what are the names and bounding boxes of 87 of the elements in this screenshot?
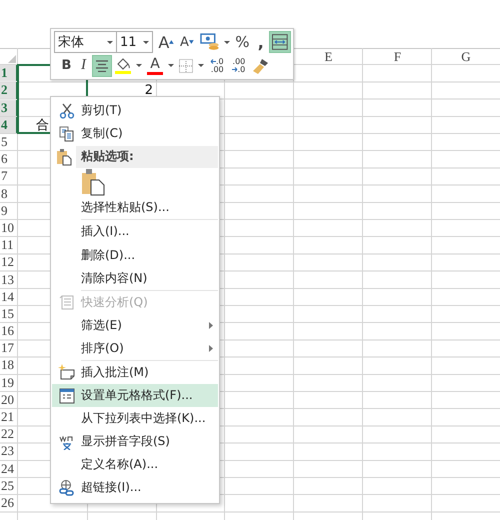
down-triangle-icon (188, 40, 194, 44)
caret-icon (168, 64, 174, 68)
column-header[interactable]: G (432, 48, 500, 66)
row-header[interactable]: 26 (0, 494, 18, 512)
pinyin-icon (58, 434, 74, 450)
row-header[interactable]: 13 (0, 271, 18, 288)
wrap-text-icon (272, 34, 288, 50)
up-triangle-icon (169, 40, 174, 44)
caret-icon (136, 64, 142, 68)
note-icon (58, 364, 76, 380)
menu-item[interactable]: 插入批注(M) (52, 360, 218, 384)
format-cells-icon (58, 388, 74, 404)
quick-analysis-icon (58, 294, 74, 310)
paste-button[interactable] (81, 168, 105, 196)
clipboard-icon (81, 168, 105, 196)
menu-item[interactable]: 设置单元格格式(F)... (52, 384, 218, 408)
menu-item[interactable]: 插入(I)... (52, 220, 218, 244)
borders-icon (179, 58, 193, 73)
decrease-decimal-button[interactable]: .00 .0 (228, 54, 250, 77)
row-header[interactable]: 17 (0, 340, 18, 356)
font-size-field[interactable]: 11 (116, 31, 154, 54)
submenu-arrow-icon (209, 344, 213, 352)
caret-icon (106, 40, 113, 44)
row-header[interactable]: 7 (0, 168, 18, 184)
row-header[interactable]: 9 (0, 202, 18, 219)
row-header[interactable]: 8 (0, 186, 18, 202)
left-arrow-icon (210, 59, 216, 64)
row-header[interactable]: 3 (0, 100, 18, 116)
caret-icon (198, 64, 204, 68)
menu-item[interactable]: 筛选(E) (52, 314, 218, 337)
comma-button[interactable]: , (252, 31, 270, 54)
row-header[interactable]: 2 (0, 82, 18, 99)
row-header[interactable]: 23 (0, 443, 18, 460)
paint-bucket-icon (116, 58, 130, 70)
font-color-button[interactable]: A (144, 54, 166, 77)
grow-font-button[interactable]: A (155, 31, 178, 54)
menu-item[interactable]: 从下拉列表中选择(K)... (52, 407, 218, 430)
percent-button[interactable]: % (232, 31, 252, 54)
column-header[interactable]: F (363, 48, 432, 66)
money-icon (200, 33, 220, 52)
row-header[interactable]: 25 (0, 478, 18, 494)
menu-item[interactable]: 显示拼音字段(S) (52, 430, 218, 454)
increase-decimal-button[interactable]: .0 .00 (206, 54, 228, 77)
row-header[interactable]: 6 (0, 151, 18, 168)
align-center-button[interactable] (92, 54, 112, 77)
row-header[interactable]: 14 (0, 288, 18, 305)
menu-item[interactable]: 定义名称(A)... (52, 453, 218, 476)
italic-button[interactable]: I (75, 54, 92, 77)
menu-item[interactable]: 超链接(I)... (52, 476, 218, 500)
row-header[interactable]: 18 (0, 357, 18, 374)
row-header[interactable]: 16 (0, 323, 18, 340)
row-header[interactable]: 5 (0, 134, 18, 150)
cell-text: 合 (36, 117, 49, 134)
row-header[interactable]: 24 (0, 460, 18, 477)
row-header[interactable]: 12 (0, 254, 18, 270)
menu-item[interactable]: 清除内容(N) (52, 266, 218, 290)
menu-item[interactable]: 删除(D)... (52, 243, 218, 267)
row-header[interactable]: 15 (0, 306, 18, 322)
menu-item[interactable]: 剪切(T) (52, 99, 218, 122)
cell-text: 2 (144, 83, 153, 98)
menu-item[interactable]: 复制(C) (52, 122, 218, 146)
section-header: 粘贴选项: (76, 146, 218, 168)
row-header[interactable]: 21 (0, 408, 18, 426)
caret-icon (143, 40, 150, 44)
wrap-button[interactable] (269, 31, 292, 54)
column-header[interactable]: E (294, 48, 363, 66)
hyperlink-icon (58, 480, 76, 496)
row-header[interactable]: 11 (0, 237, 18, 254)
menu-item[interactable]: 选择性粘贴(S)... (52, 196, 218, 220)
row-header[interactable]: 4 (0, 116, 18, 133)
submenu-arrow-icon (209, 322, 213, 329)
font-name-field[interactable]: 宋体 (54, 31, 117, 54)
clipboard-icon (56, 148, 72, 166)
shrink-font-button[interactable]: A (177, 31, 197, 54)
menu-item[interactable]: 排序(O) (52, 336, 218, 360)
brush-icon (252, 56, 270, 75)
right-arrow-icon (232, 67, 238, 72)
bold-button[interactable]: B (58, 54, 75, 77)
copy-icon (58, 126, 74, 142)
row-header[interactable]: 22 (0, 426, 18, 442)
row-header[interactable]: 10 (0, 220, 18, 236)
row-header[interactable]: 1 (0, 65, 18, 82)
row-header[interactable]: 20 (0, 392, 18, 408)
align-center-icon (95, 60, 109, 72)
scissors-icon (58, 102, 74, 119)
row-header[interactable]: 19 (0, 374, 18, 391)
caret-icon (224, 40, 230, 44)
